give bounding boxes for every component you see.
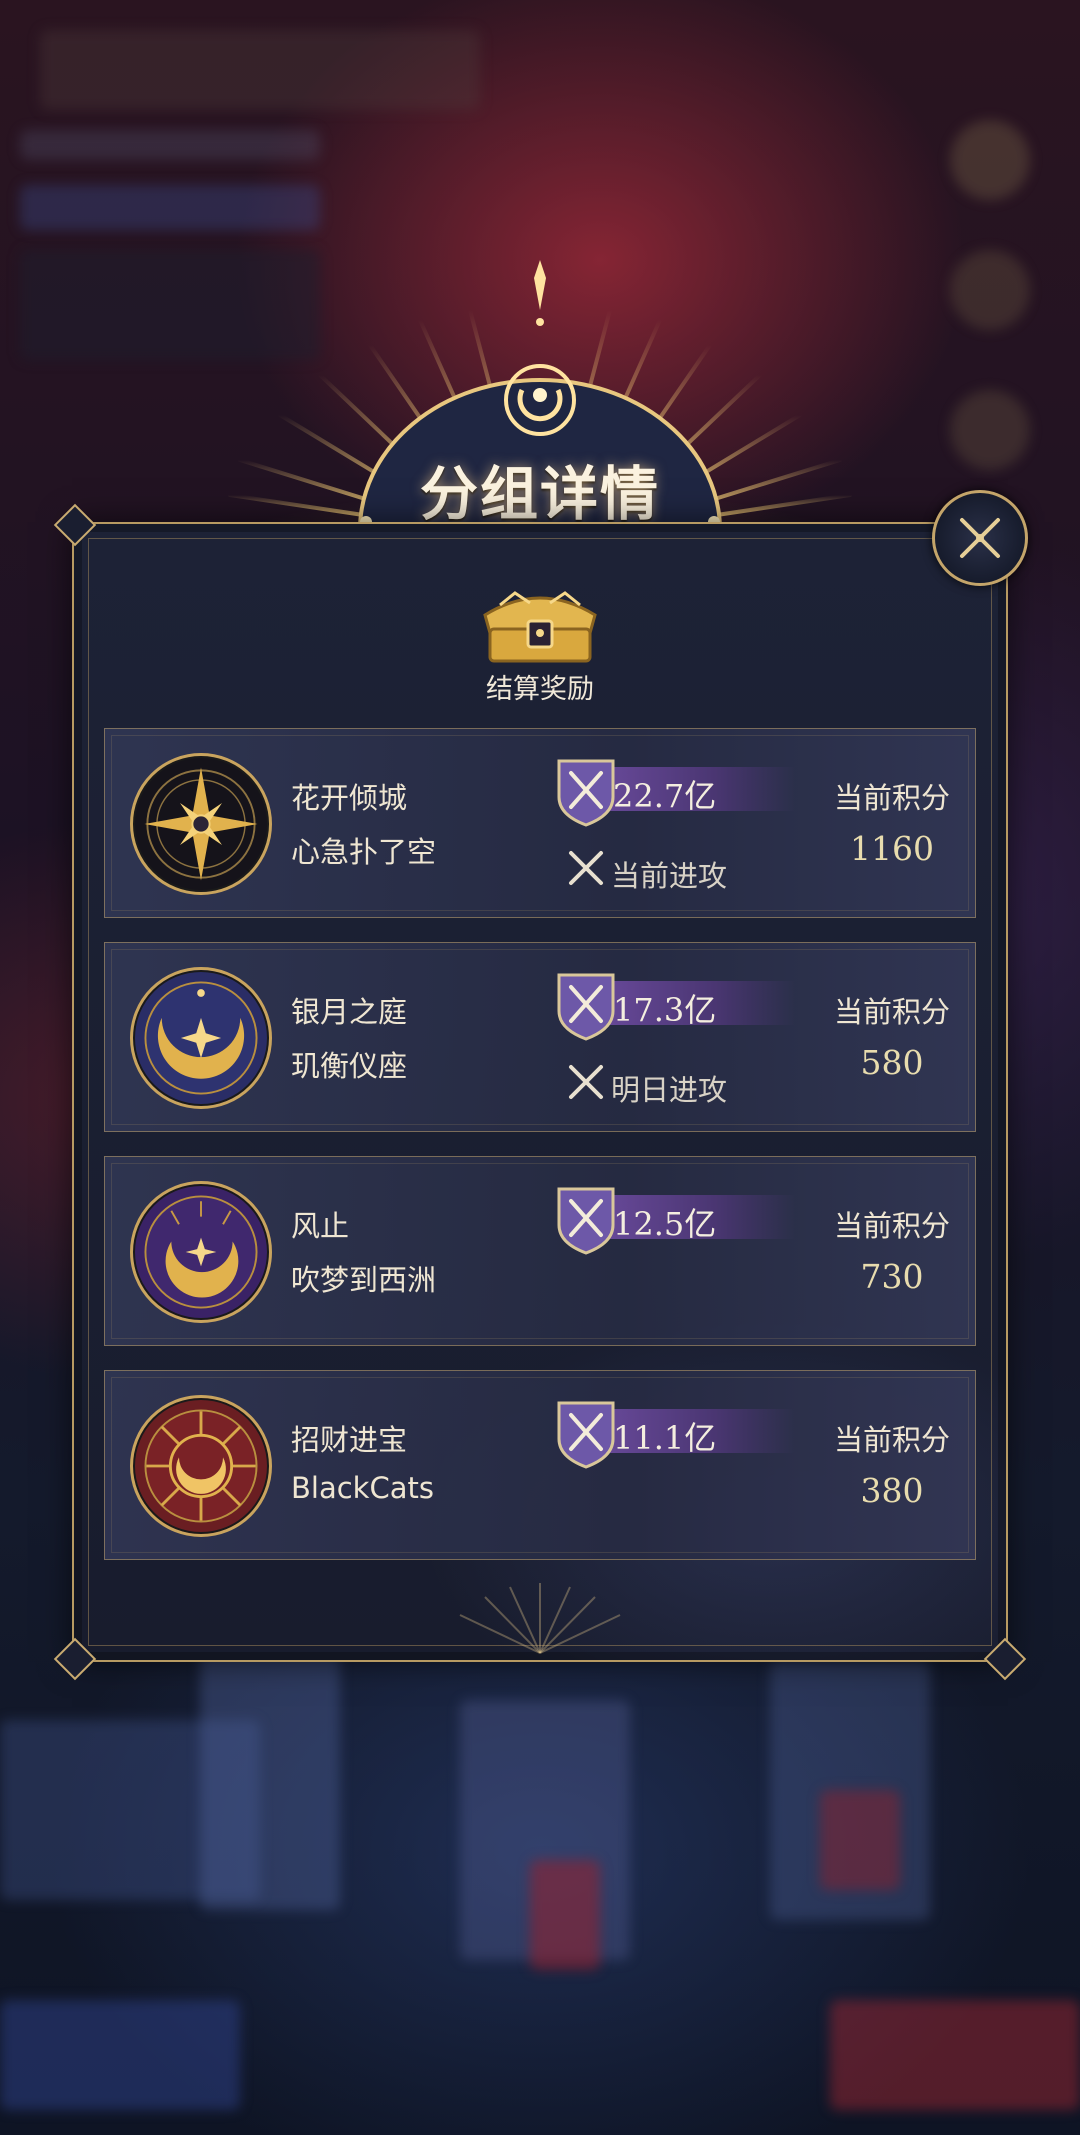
crossed-swords-shield-icon xyxy=(557,1401,615,1469)
combat-power: 11.1亿 xyxy=(555,1399,795,1469)
compass-star-emblem xyxy=(130,753,272,895)
attack-status: 明日进攻 xyxy=(565,1061,727,1107)
player-name: 玑衡仪座 xyxy=(291,1049,408,1083)
power-value: 11.1亿 xyxy=(613,1419,717,1457)
blurred-button xyxy=(0,2000,240,2110)
player-name: 心急扑了空 xyxy=(291,835,437,869)
bottom-sunburst-ornament xyxy=(459,1583,621,1654)
blurred-banner xyxy=(530,1860,600,1970)
radiant-moon-emblem xyxy=(130,1395,272,1537)
combat-power: 17.3亿 xyxy=(555,971,795,1041)
current-score-value: 1160 xyxy=(850,829,934,868)
guild-name: 风止 xyxy=(291,1209,350,1243)
current-score-label: 当前积分 xyxy=(833,995,950,1029)
group-row[interactable]: 银月之庭 玑衡仪座 17.3亿 明日进攻 当前积分 580 xyxy=(104,942,976,1132)
current-score-label: 当前积分 xyxy=(833,1423,950,1457)
blurred-text-block xyxy=(20,130,320,160)
combat-power: 12.5亿 xyxy=(555,1185,795,1255)
crossed-swords-shield-icon xyxy=(557,1187,615,1255)
blurred-icon xyxy=(950,120,1030,200)
crossed-swords-shield-icon xyxy=(557,973,615,1041)
current-score-value: 580 xyxy=(860,1043,924,1082)
crossed-swords-shield-icon xyxy=(557,759,615,827)
power-value: 17.3亿 xyxy=(613,991,717,1029)
power-value: 12.5亿 xyxy=(613,1205,717,1243)
group-row[interactable]: 花开倾城 心急扑了空 22.7亿 当前进攻 当前积分 1160 xyxy=(104,728,976,918)
guild-name: 银月之庭 xyxy=(291,995,408,1029)
blurred-banner xyxy=(820,1790,900,1890)
guild-name: 招财进宝 xyxy=(291,1423,408,1457)
treasure-chest-icon xyxy=(483,591,597,663)
current-score-label: 当前积分 xyxy=(833,1209,950,1243)
blurred-button xyxy=(830,2000,1080,2110)
group-row[interactable]: 招财进宝 BlackCats 11.1亿 当前积分 380 xyxy=(104,1370,976,1560)
blurred-text-block xyxy=(20,185,320,230)
sun-moon-emblem xyxy=(130,1181,272,1323)
settlement-reward-label: 结算奖励 xyxy=(486,674,594,705)
player-name: 吹梦到西洲 xyxy=(291,1263,437,1297)
dialog-title: 分组详情 xyxy=(419,460,660,528)
guild-name: 花开倾城 xyxy=(291,781,408,815)
attack-status-label: 当前进攻 xyxy=(611,859,728,893)
group-row[interactable]: 风止 吹梦到西洲 12.5亿 当前积分 730 xyxy=(104,1156,976,1346)
crescent-star-emblem xyxy=(130,967,272,1109)
close-x-icon xyxy=(960,518,1000,558)
crossed-swords-icon xyxy=(569,1065,603,1099)
player-name: BlackCats xyxy=(291,1471,434,1505)
power-value: 22.7亿 xyxy=(613,777,717,815)
combat-power: 22.7亿 xyxy=(555,757,795,827)
current-score-value: 380 xyxy=(860,1471,924,1510)
close-button[interactable] xyxy=(932,490,1028,586)
current-score-label: 当前积分 xyxy=(833,781,950,815)
settlement-reward[interactable]: 结算奖励 xyxy=(440,585,640,705)
blurred-header-block xyxy=(40,30,480,110)
blurred-building xyxy=(200,1650,340,1910)
crossed-swords-icon xyxy=(569,851,603,885)
current-score-value: 730 xyxy=(860,1257,924,1296)
attack-status-label: 明日进攻 xyxy=(611,1073,728,1107)
attack-status: 当前进攻 xyxy=(565,847,727,893)
